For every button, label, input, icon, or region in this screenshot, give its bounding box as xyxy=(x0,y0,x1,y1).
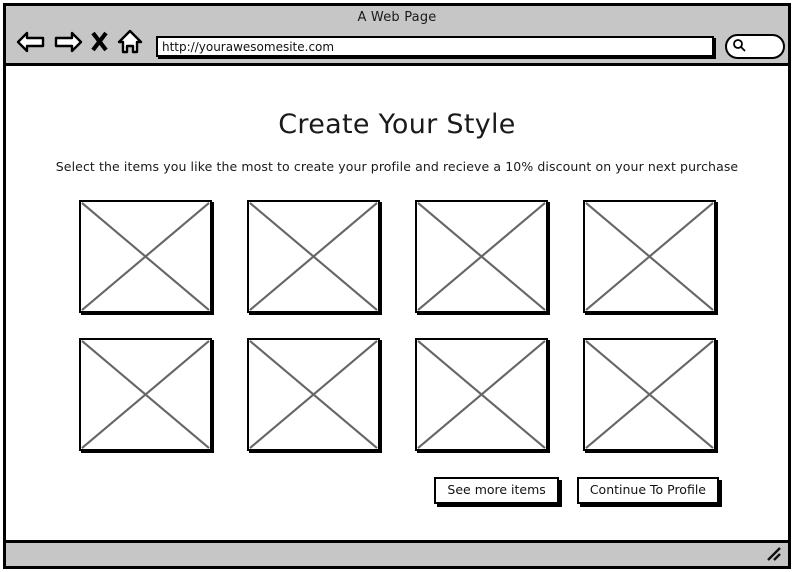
search-magnifier-icon xyxy=(732,37,746,56)
browser-chrome: A Web Page http://yourawesomesite.com xyxy=(6,6,788,66)
item-image-placeholder[interactable] xyxy=(246,200,380,313)
item-image-placeholder[interactable] xyxy=(414,200,548,313)
browser-nav-icons xyxy=(16,29,144,59)
page-action-buttons: See more items Continue To Profile xyxy=(6,477,788,505)
item-image-placeholder[interactable] xyxy=(414,338,548,451)
browser-window: A Web Page http://yourawesomesite.com Cr… xyxy=(3,3,791,569)
page-title: Create Your Style xyxy=(278,109,516,140)
window-title: A Web Page xyxy=(357,10,437,25)
browser-status-bar xyxy=(6,540,788,566)
search-input[interactable] xyxy=(725,34,785,59)
item-image-grid xyxy=(78,200,716,451)
url-input-value: http://yourawesomesite.com xyxy=(162,39,335,54)
forward-arrow-icon[interactable] xyxy=(53,30,83,58)
home-house-icon[interactable] xyxy=(116,29,144,59)
item-image-placeholder[interactable] xyxy=(246,338,380,451)
stop-x-icon[interactable] xyxy=(90,30,109,58)
item-image-placeholder[interactable] xyxy=(582,200,716,313)
item-image-placeholder[interactable] xyxy=(78,200,212,313)
url-input[interactable]: http://yourawesomesite.com xyxy=(156,36,714,57)
page-subtitle: Select the items you like the most to cr… xyxy=(55,159,739,174)
item-image-placeholder[interactable] xyxy=(582,338,716,451)
page-content: Create Your Style Select the items you l… xyxy=(6,66,788,542)
back-arrow-icon[interactable] xyxy=(16,30,46,58)
see-more-items-button[interactable]: See more items xyxy=(434,477,559,505)
resize-grip-icon[interactable] xyxy=(764,546,782,562)
item-image-placeholder[interactable] xyxy=(78,338,212,451)
continue-to-profile-button[interactable]: Continue To Profile xyxy=(576,477,719,505)
